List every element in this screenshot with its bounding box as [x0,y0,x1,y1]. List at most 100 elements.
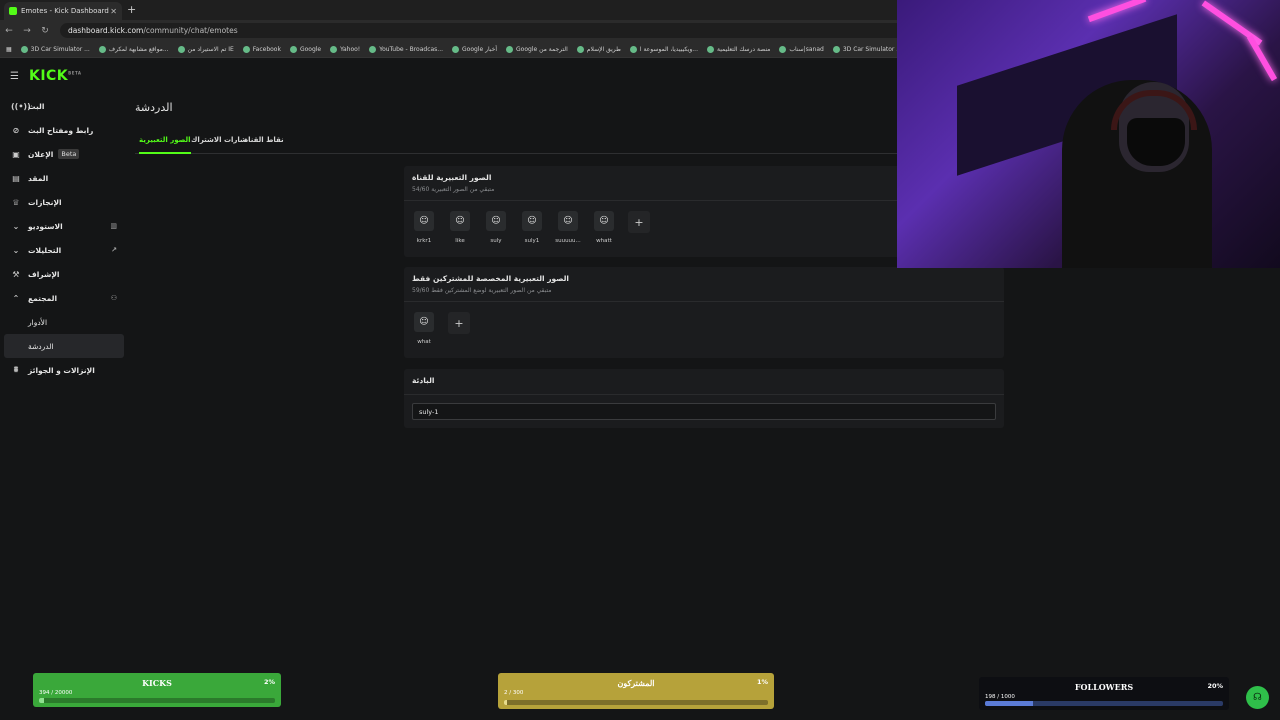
sidebar-item-roles[interactable]: الأدوار [4,310,124,334]
bookmark-item[interactable]: Google [289,45,321,53]
tab-emotes[interactable]: الصور التعبيرية [139,136,191,154]
bookmark-label: YouTube - Broadcas... [379,45,444,53]
bookmark-item[interactable]: طريق الإسلام [576,45,621,53]
bookmark-favicon-icon [369,45,377,53]
sidebar-item-contract[interactable]: ▤ المقد [4,166,124,190]
new-tab-icon[interactable]: + [127,3,136,16]
emote-item[interactable]: ☺ whatt [592,211,616,244]
goal-fill [985,701,1033,706]
sidebar-item-stream[interactable]: ((•)) البث [4,94,124,118]
emote-list: ☺ what + [404,302,1004,355]
close-tab-icon[interactable]: ✕ [110,7,117,16]
sidebar-item-analytics[interactable]: ⌄ التحليلات ↗ [4,238,124,262]
menu-icon[interactable]: ☰ [10,71,19,82]
card-title: البادئة [412,376,435,385]
bookmark-label: Google الترجمة من [516,45,568,53]
support-chat-icon[interactable]: ☊ [1246,686,1269,709]
card-title: الصور التعبيرية المخصصة للمشتركين فقط [412,274,570,283]
prefix-input[interactable]: suly-1 [412,403,996,420]
bookmark-item[interactable]: تم الاستيراد من IE [177,45,234,53]
kick-logo[interactable]: KICKBETA [29,68,81,84]
bookmark-item[interactable]: مواقع مشابهة لمكرف... [98,45,169,53]
reload-icon[interactable]: ↻ [36,26,54,36]
tab-sub-badges[interactable]: شارات الاشتراك [191,136,247,154]
sidebar-item-ads[interactable]: ▣ الإعلان Beta [4,142,124,166]
goal-count: 394 / 20000 [39,690,73,696]
goal-percent: 2% [263,678,275,686]
bookmark-label: طريق الإسلام [586,45,621,53]
emote-image: ☺ [594,211,614,231]
bookmark-favicon-icon [779,45,787,53]
emote-item[interactable]: ☺ krkr1 [412,211,436,244]
community-icon: ⚇ [110,294,117,302]
screen: Emotes - Kick Dashboard ✕ + ← → ↻ dashbo… [0,0,1280,720]
sidebar-nav: ((•)) البث ⊘ رابط ومفتاح البث ▣ الإعلان Beta… [4,94,124,382]
bookmark-item[interactable]: سناب|sanad [779,45,824,53]
emote-name: suly [490,238,502,244]
emote-item[interactable]: ☺ suly1 [520,211,544,244]
bookmark-item[interactable]: منصة درسك التعليمية [706,45,771,53]
analytics-icon: ↗ [111,246,117,254]
bookmark-favicon-icon [832,45,840,53]
sidebar-item-label: الإنجازات [28,197,62,207]
goal-track [39,698,275,703]
goal-track [504,700,768,705]
add-emote-button[interactable]: + [628,211,650,233]
studio-icon: ▥ [110,222,117,230]
sidebar-item-moderation[interactable]: ⚒ الإشراف [4,262,124,286]
bookmark-label: تم الاستيراد من IE [187,45,234,53]
bookmark-item[interactable]: Google أخبار [452,45,497,53]
sidebar-item-studio[interactable]: ⌄ الاستوديو ▥ [4,214,124,238]
bookmark-favicon-icon [177,45,185,53]
bookmark-favicon-icon [452,45,460,53]
sidebar-item-label: المقد [28,173,49,183]
sidebar-item-chat[interactable]: الدردشة [4,334,124,358]
address-bar[interactable]: dashboard.kick.com/community/chat/emotes [60,23,940,38]
goal-percent: 1% [756,678,768,686]
goal-track [985,701,1223,706]
emote-item[interactable]: ☺ like [448,211,472,244]
trophy-icon: ♕ [12,197,20,207]
bookmark-favicon-icon [706,45,714,53]
sidebar-item-label: الاستوديو [28,221,63,231]
chevron-down-icon: ⌄ [12,245,20,255]
bookmark-item[interactable]: 3D Car Simulator ... [20,45,90,53]
emote-image: ☺ [414,312,434,332]
webcam-overlay [897,0,1280,268]
bookmark-label: مواقع مشابهة لمكرف... [108,45,169,53]
sidebar-item-drops[interactable]: ⩩ الإنزالات و الجوائز [4,358,124,382]
sidebar-item-stream-key[interactable]: ⊘ رابط ومفتاح البث [4,118,124,142]
emote-image: ☺ [558,211,578,231]
bookmark-item[interactable]: Facebook [242,45,281,53]
sidebar-item-label: الدردشة [28,341,54,351]
bookmark-favicon-icon [242,45,250,53]
sidebar-item-label: التحليلات [28,245,62,255]
emote-item[interactable]: ☺ what [412,312,436,345]
bookmark-favicon-icon [98,45,106,53]
emote-image: ☺ [414,211,434,231]
browser-tab[interactable]: Emotes - Kick Dashboard ✕ [4,2,122,20]
bookmark-favicon-icon [20,45,28,53]
sidebar-item-achievements[interactable]: ♕ الإنجازات [4,190,124,214]
bookmark-favicon-icon [629,45,637,53]
emote-name: krkr1 [416,238,432,244]
bookmark-item[interactable]: ويكيبيديا، الموسوعة ا... [629,45,698,53]
tab-channel-points[interactable]: نقاط القناة [244,136,284,154]
apps-icon[interactable]: ▦ [6,46,12,53]
bookmark-item[interactable]: Google الترجمة من [506,45,568,53]
back-icon[interactable]: ← [0,26,18,36]
emote-item[interactable]: ☺ suly [484,211,508,244]
emote-item[interactable]: ☺ suuuuu... [555,211,581,244]
bookmark-label: ويكيبيديا، الموسوعة ا... [639,45,698,53]
url-path: /community/chat/emotes [143,26,238,35]
forward-icon[interactable]: → [18,26,36,36]
sidebar-item-label: البث [28,101,45,111]
add-emote-button[interactable]: + [448,312,470,334]
bookmark-item[interactable]: 3D Car Simulator ... [832,45,902,53]
bookmark-label: منصة درسك التعليمية [716,45,771,53]
bookmark-item[interactable]: Yahoo! [330,45,360,53]
sidebar-item-community[interactable]: ⌃ المجتمع ⚇ [4,286,124,310]
page-title: الدردشة [135,101,173,114]
bookmark-item[interactable]: YouTube - Broadcas... [369,45,444,53]
link-icon: ⊘ [12,125,20,135]
